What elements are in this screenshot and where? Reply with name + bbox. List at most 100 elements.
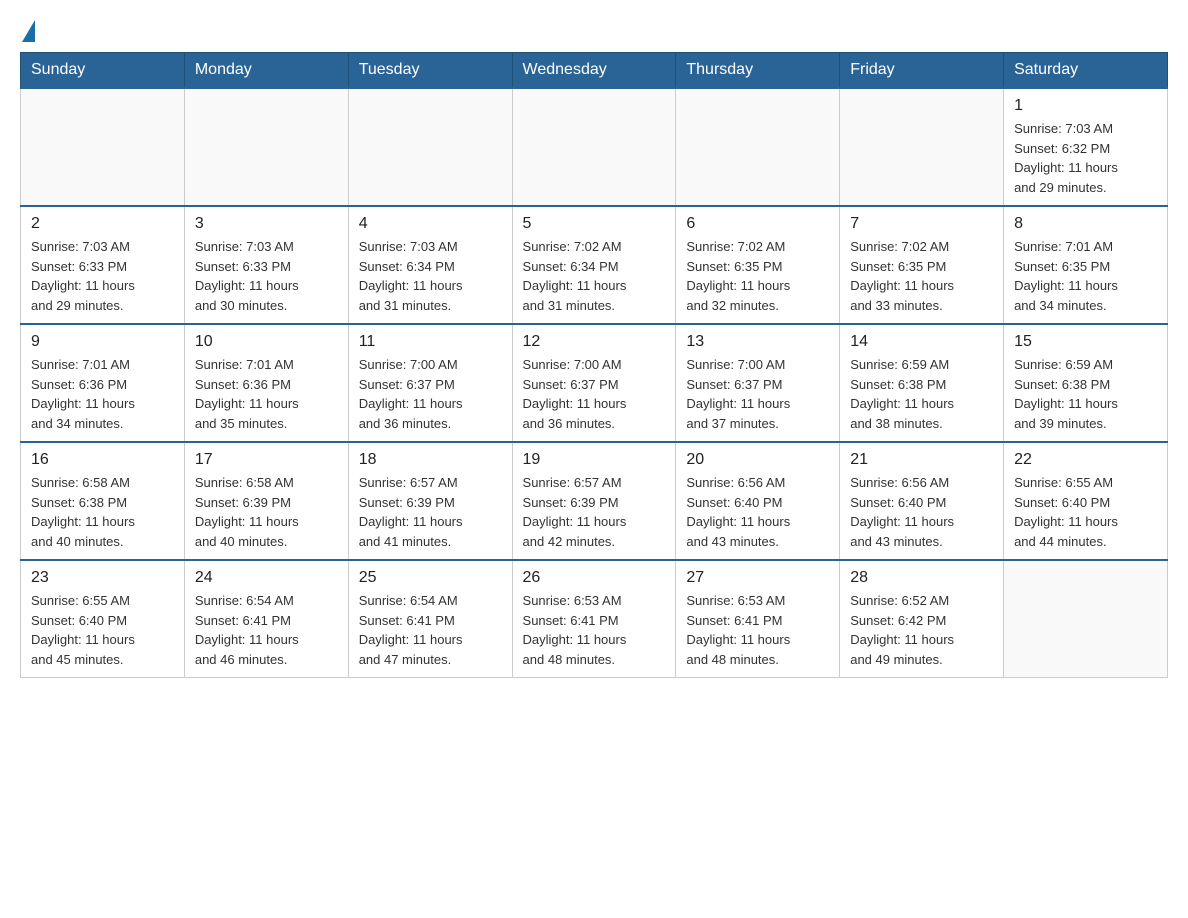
day-number: 28 <box>850 569 993 587</box>
calendar-cell: 8Sunrise: 7:01 AM Sunset: 6:35 PM Daylig… <box>1004 206 1168 324</box>
calendar-cell <box>840 88 1004 206</box>
day-info: Sunrise: 7:03 AM Sunset: 6:32 PM Dayligh… <box>1014 119 1157 197</box>
calendar-cell: 9 Sunrise: 7:01 AM Sunset: 6:36 PM Daylig… <box>21 324 185 442</box>
calendar-cell: 1 Sunrise: 7:03 AM Sunset: 6:32 PM Daylig… <box>1004 88 1168 206</box>
day-number: 19 <box>523 451 666 469</box>
weekday-header-wednesday: Wednesday <box>512 53 676 89</box>
day-info: Sunrise: 7:01 AM Sunset: 6:36 PM Dayligh… <box>195 355 338 433</box>
day-number: 17 <box>195 451 338 469</box>
day-number: 4 <box>359 215 502 233</box>
logo-arrow-icon <box>22 20 35 42</box>
calendar-cell: 27 Sunrise: 6:53 AM Sunset: 6:41 PM Dayli… <box>676 560 840 678</box>
day-number: 1 <box>1014 97 1157 115</box>
weekday-header-row: SundayMondayTuesdayWednesdayThursdayFrid… <box>21 53 1168 89</box>
day-number: 25 <box>359 569 502 587</box>
calendar-cell: 4Sunrise: 7:03 AM Sunset: 6:34 PM Daylig… <box>348 206 512 324</box>
day-info: Sunrise: 7:02 AM Sunset: 6:34 PM Dayligh… <box>523 237 666 315</box>
calendar-cell: 19 Sunrise: 6:57 AM Sunset: 6:39 PM Dayli… <box>512 442 676 560</box>
day-number: 9 <box>31 333 174 351</box>
calendar-cell <box>348 88 512 206</box>
weekday-header-friday: Friday <box>840 53 1004 89</box>
calendar-cell: 26 Sunrise: 6:53 AM Sunset: 6:41 PM Dayli… <box>512 560 676 678</box>
day-info: Sunrise: 7:01 AM Sunset: 6:36 PM Dayligh… <box>31 355 174 433</box>
day-info: Sunrise: 6:59 AM Sunset: 6:38 PM Dayligh… <box>850 355 993 433</box>
day-number: 20 <box>686 451 829 469</box>
day-number: 14 <box>850 333 993 351</box>
day-number: 22 <box>1014 451 1157 469</box>
calendar-cell <box>676 88 840 206</box>
calendar-cell: 16 Sunrise: 6:58 AM Sunset: 6:38 PM Dayli… <box>21 442 185 560</box>
day-info: Sunrise: 6:54 AM Sunset: 6:41 PM Dayligh… <box>195 591 338 669</box>
week-row-5: 23Sunrise: 6:55 AM Sunset: 6:40 PM Dayli… <box>21 560 1168 678</box>
day-info: Sunrise: 6:57 AM Sunset: 6:39 PM Dayligh… <box>359 473 502 551</box>
weekday-header-sunday: Sunday <box>21 53 185 89</box>
day-info: Sunrise: 7:00 AM Sunset: 6:37 PM Dayligh… <box>359 355 502 433</box>
day-info: Sunrise: 6:53 AM Sunset: 6:41 PM Dayligh… <box>523 591 666 669</box>
day-info: Sunrise: 7:01 AM Sunset: 6:35 PM Dayligh… <box>1014 237 1157 315</box>
day-number: 11 <box>359 333 502 351</box>
calendar-cell: 10 Sunrise: 7:01 AM Sunset: 6:36 PM Dayli… <box>184 324 348 442</box>
day-info: Sunrise: 6:58 AM Sunset: 6:38 PM Dayligh… <box>31 473 174 551</box>
day-info: Sunrise: 6:56 AM Sunset: 6:40 PM Dayligh… <box>686 473 829 551</box>
calendar-cell: 11 Sunrise: 7:00 AM Sunset: 6:37 PM Dayli… <box>348 324 512 442</box>
day-number: 6 <box>686 215 829 233</box>
day-info: Sunrise: 7:03 AM Sunset: 6:33 PM Dayligh… <box>195 237 338 315</box>
calendar-cell <box>21 88 185 206</box>
day-number: 18 <box>359 451 502 469</box>
day-number: 3 <box>195 215 338 233</box>
calendar-cell: 17 Sunrise: 6:58 AM Sunset: 6:39 PM Dayli… <box>184 442 348 560</box>
calendar-cell: 18 Sunrise: 6:57 AM Sunset: 6:39 PM Dayli… <box>348 442 512 560</box>
day-info: Sunrise: 6:59 AM Sunset: 6:38 PM Dayligh… <box>1014 355 1157 433</box>
day-info: Sunrise: 7:02 AM Sunset: 6:35 PM Dayligh… <box>686 237 829 315</box>
page-header <box>20 20 1168 42</box>
day-number: 24 <box>195 569 338 587</box>
weekday-header-monday: Monday <box>184 53 348 89</box>
calendar-cell <box>184 88 348 206</box>
calendar-cell: 20 Sunrise: 6:56 AM Sunset: 6:40 PM Dayli… <box>676 442 840 560</box>
calendar-cell: 2 Sunrise: 7:03 AM Sunset: 6:33 PM Daylig… <box>21 206 185 324</box>
calendar-cell: 23Sunrise: 6:55 AM Sunset: 6:40 PM Dayli… <box>21 560 185 678</box>
day-number: 5 <box>523 215 666 233</box>
weekday-header-saturday: Saturday <box>1004 53 1168 89</box>
week-row-2: 2 Sunrise: 7:03 AM Sunset: 6:33 PM Daylig… <box>21 206 1168 324</box>
week-row-4: 16 Sunrise: 6:58 AM Sunset: 6:38 PM Dayli… <box>21 442 1168 560</box>
week-row-1: 1 Sunrise: 7:03 AM Sunset: 6:32 PM Daylig… <box>21 88 1168 206</box>
day-info: Sunrise: 7:00 AM Sunset: 6:37 PM Dayligh… <box>686 355 829 433</box>
day-number: 12 <box>523 333 666 351</box>
weekday-header-tuesday: Tuesday <box>348 53 512 89</box>
day-number: 10 <box>195 333 338 351</box>
day-info: Sunrise: 6:55 AM Sunset: 6:40 PM Dayligh… <box>31 591 174 669</box>
calendar-cell <box>1004 560 1168 678</box>
calendar-cell: 12 Sunrise: 7:00 AM Sunset: 6:37 PM Dayli… <box>512 324 676 442</box>
day-number: 27 <box>686 569 829 587</box>
day-number: 16 <box>31 451 174 469</box>
day-number: 15 <box>1014 333 1157 351</box>
day-info: Sunrise: 7:02 AM Sunset: 6:35 PM Dayligh… <box>850 237 993 315</box>
day-info: Sunrise: 7:00 AM Sunset: 6:37 PM Dayligh… <box>523 355 666 433</box>
day-info: Sunrise: 6:53 AM Sunset: 6:41 PM Dayligh… <box>686 591 829 669</box>
day-number: 2 <box>31 215 174 233</box>
calendar-cell: 13 Sunrise: 7:00 AM Sunset: 6:37 PM Dayli… <box>676 324 840 442</box>
weekday-header-thursday: Thursday <box>676 53 840 89</box>
week-row-3: 9 Sunrise: 7:01 AM Sunset: 6:36 PM Daylig… <box>21 324 1168 442</box>
day-info: Sunrise: 6:57 AM Sunset: 6:39 PM Dayligh… <box>523 473 666 551</box>
day-number: 26 <box>523 569 666 587</box>
day-number: 7 <box>850 215 993 233</box>
calendar-cell: 28 Sunrise: 6:52 AM Sunset: 6:42 PM Dayli… <box>840 560 1004 678</box>
logo <box>20 20 35 42</box>
day-info: Sunrise: 6:52 AM Sunset: 6:42 PM Dayligh… <box>850 591 993 669</box>
calendar-cell: 7 Sunrise: 7:02 AM Sunset: 6:35 PM Daylig… <box>840 206 1004 324</box>
calendar-cell: 5 Sunrise: 7:02 AM Sunset: 6:34 PM Daylig… <box>512 206 676 324</box>
calendar-cell: 3 Sunrise: 7:03 AM Sunset: 6:33 PM Daylig… <box>184 206 348 324</box>
calendar-cell: 21Sunrise: 6:56 AM Sunset: 6:40 PM Dayli… <box>840 442 1004 560</box>
day-number: 13 <box>686 333 829 351</box>
day-info: Sunrise: 6:54 AM Sunset: 6:41 PM Dayligh… <box>359 591 502 669</box>
day-info: Sunrise: 6:56 AM Sunset: 6:40 PM Dayligh… <box>850 473 993 551</box>
day-info: Sunrise: 7:03 AM Sunset: 6:33 PM Dayligh… <box>31 237 174 315</box>
calendar-cell <box>512 88 676 206</box>
day-info: Sunrise: 6:58 AM Sunset: 6:39 PM Dayligh… <box>195 473 338 551</box>
calendar-cell: 24 Sunrise: 6:54 AM Sunset: 6:41 PM Dayli… <box>184 560 348 678</box>
calendar-cell: 22 Sunrise: 6:55 AM Sunset: 6:40 PM Dayli… <box>1004 442 1168 560</box>
day-info: Sunrise: 6:55 AM Sunset: 6:40 PM Dayligh… <box>1014 473 1157 551</box>
calendar-cell: 14 Sunrise: 6:59 AM Sunset: 6:38 PM Dayli… <box>840 324 1004 442</box>
